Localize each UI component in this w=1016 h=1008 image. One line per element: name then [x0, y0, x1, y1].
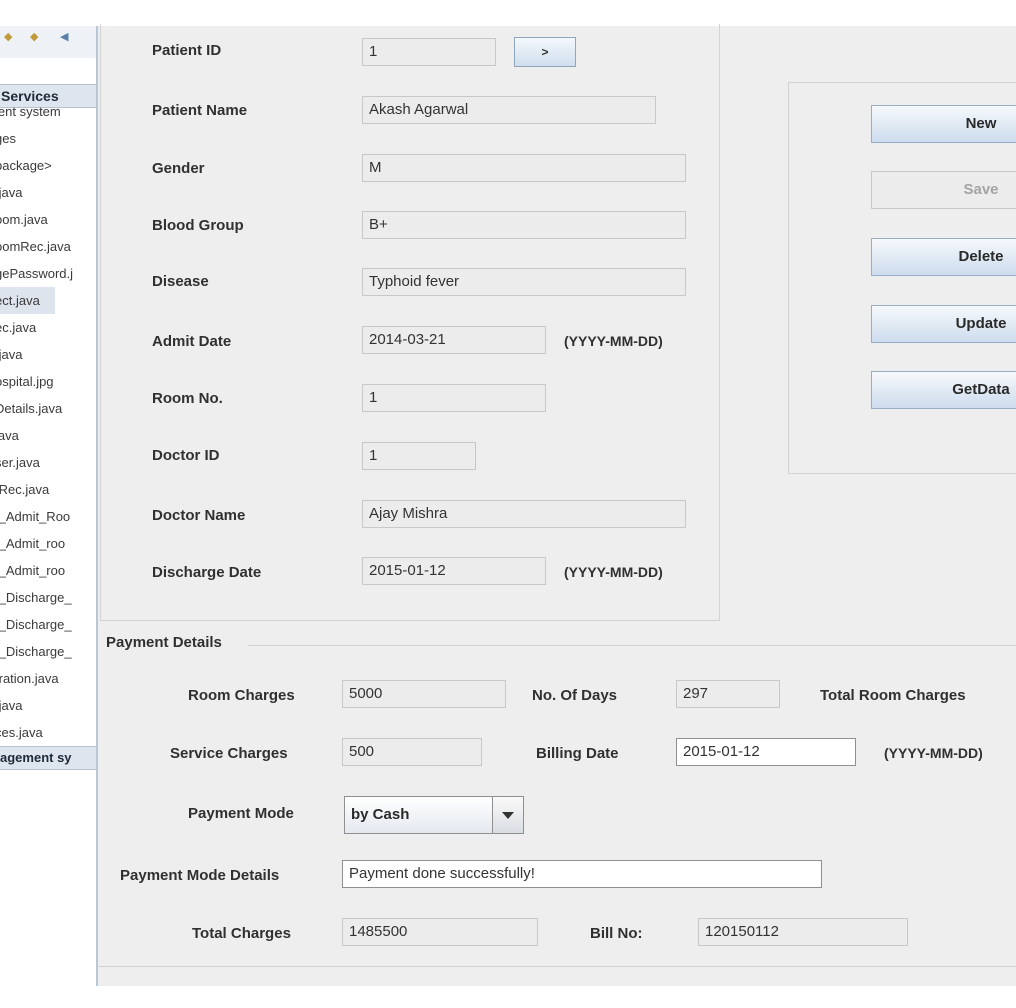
bottom-divider: [98, 966, 1016, 967]
billing-date-format-hint: (YYYY-MM-DD): [884, 745, 983, 761]
tree-item[interactable]: ient system: [0, 98, 96, 125]
tree-item[interactable]: t_Admit_roo: [0, 557, 96, 584]
fetch-patient-button[interactable]: >: [514, 37, 576, 67]
patient-name-field[interactable]: Akash Agarwal: [362, 96, 656, 124]
no-of-days-field[interactable]: 297: [676, 680, 780, 708]
discharge-date-format-hint: (YYYY-MM-DD): [564, 564, 663, 580]
doctor-id-field[interactable]: 1: [362, 442, 476, 470]
room-no-label: Room No.: [152, 390, 223, 407]
admit-date-label: Admit Date: [152, 333, 232, 350]
tree-item[interactable]: gePassword.j: [0, 260, 96, 287]
room-charges-label: Room Charges: [188, 687, 295, 704]
admit-date-field[interactable]: 2014-03-21: [362, 326, 546, 354]
tree-item-selected[interactable]: ect.java: [0, 287, 55, 314]
no-of-days-label: No. Of Days: [532, 687, 618, 704]
total-charges-field[interactable]: 1485500: [342, 918, 538, 946]
tree-item[interactable]: Details.java: [0, 395, 96, 422]
doctor-id-label: Doctor ID: [152, 447, 220, 464]
room-no-field[interactable]: 1: [362, 384, 546, 412]
payment-mode-details-field[interactable]: Payment done successfully!: [342, 860, 822, 888]
tree-item[interactable]: .java: [0, 692, 96, 719]
tree-item[interactable]: ces.java: [0, 719, 96, 746]
gender-field[interactable]: M: [362, 154, 686, 182]
tree-item[interactable]: .java: [0, 179, 96, 206]
folder-icon[interactable]: ◆: [30, 30, 38, 43]
total-room-charges-label: Total Room Charges: [820, 687, 966, 704]
disease-label: Disease: [152, 273, 209, 290]
folder-icon[interactable]: ◆: [4, 30, 12, 43]
service-charges-field[interactable]: 500: [342, 738, 482, 766]
tree-toolbar: ◆ ◆ ◀: [0, 26, 96, 58]
tree-item[interactable]: t_Discharge_: [0, 584, 96, 611]
tree-item[interactable]: oomRec.java: [0, 233, 96, 260]
tree-item[interactable]: java: [0, 422, 96, 449]
tree-item[interactable]: .java: [0, 341, 96, 368]
admit-date-format-hint: (YYYY-MM-DD): [564, 333, 663, 349]
tree-item[interactable]: ges: [0, 125, 96, 152]
update-button[interactable]: Update: [871, 305, 1016, 343]
billing-date-label: Billing Date: [536, 745, 619, 762]
billing-date-field[interactable]: 2015-01-12: [676, 738, 856, 766]
bill-no-field[interactable]: 120150112: [698, 918, 908, 946]
tree-item[interactable]: t_Admit_Roo: [0, 503, 96, 530]
blood-group-field[interactable]: B+: [362, 211, 686, 239]
payment-mode-label: Payment Mode: [188, 805, 294, 822]
doctor-name-label: Doctor Name: [152, 507, 246, 524]
chevron-down-icon: [502, 812, 514, 819]
top-strip: [0, 0, 1016, 26]
blood-group-label: Blood Group: [152, 217, 244, 234]
tree-item[interactable]: t_Admit_roo: [0, 530, 96, 557]
bill-no-label: Bill No:: [590, 925, 643, 942]
new-button[interactable]: New: [871, 105, 1016, 143]
dropdown-button[interactable]: [492, 796, 524, 834]
payment-divider: [248, 645, 1016, 646]
doctor-name-field[interactable]: Ajay Mishra: [362, 500, 686, 528]
tree-item[interactable]: package>: [0, 152, 96, 179]
service-charges-label: Service Charges: [170, 745, 288, 762]
form-main: Patient ID 1 > Patient Name Akash Agarwa…: [98, 24, 1016, 986]
gender-label: Gender: [152, 160, 205, 177]
patient-id-label: Patient ID: [152, 42, 222, 59]
tree-items: ient system ges package> .java oom.java …: [0, 98, 96, 746]
patient-name-label: Patient Name: [152, 102, 248, 119]
bottom-strip: [0, 986, 1016, 1008]
getdata-button[interactable]: GetData: [871, 371, 1016, 409]
tree-item[interactable]: oom.java: [0, 206, 96, 233]
delete-button[interactable]: Delete: [871, 238, 1016, 276]
project-tree-panel: ◆ ◆ ◀ Services ient system ges package> …: [0, 26, 98, 986]
actions-panel: New Save Delete Update GetData: [788, 82, 1016, 474]
tree-item[interactable]: tRec.java: [0, 476, 96, 503]
arrow-icon[interactable]: ◀: [60, 30, 68, 43]
total-charges-label: Total Charges: [192, 925, 291, 942]
room-charges-field[interactable]: 5000: [342, 680, 506, 708]
tree-item[interactable]: ser.java: [0, 449, 96, 476]
payment-mode-select[interactable]: by Cash: [344, 796, 524, 834]
payment-details-title: Payment Details: [106, 634, 222, 651]
disease-field[interactable]: Typhoid fever: [362, 268, 686, 296]
discharge-date-field[interactable]: 2015-01-12: [362, 557, 546, 585]
save-button[interactable]: Save: [871, 171, 1016, 209]
payment-mode-details-label: Payment Mode Details: [120, 867, 280, 884]
tree-item[interactable]: ospital.jpg: [0, 368, 96, 395]
tree-item[interactable]: ec.java: [0, 314, 96, 341]
patient-id-field[interactable]: 1: [362, 38, 496, 66]
tree-item[interactable]: t_Discharge_: [0, 611, 96, 638]
discharge-date-label: Discharge Date: [152, 564, 262, 581]
tree-item[interactable]: t_Discharge_: [0, 638, 96, 665]
payment-mode-selected-value: by Cash: [351, 806, 410, 823]
tree-item[interactable]: tration.java: [0, 665, 96, 692]
tree-footer-project[interactable]: agement sy: [0, 746, 96, 770]
